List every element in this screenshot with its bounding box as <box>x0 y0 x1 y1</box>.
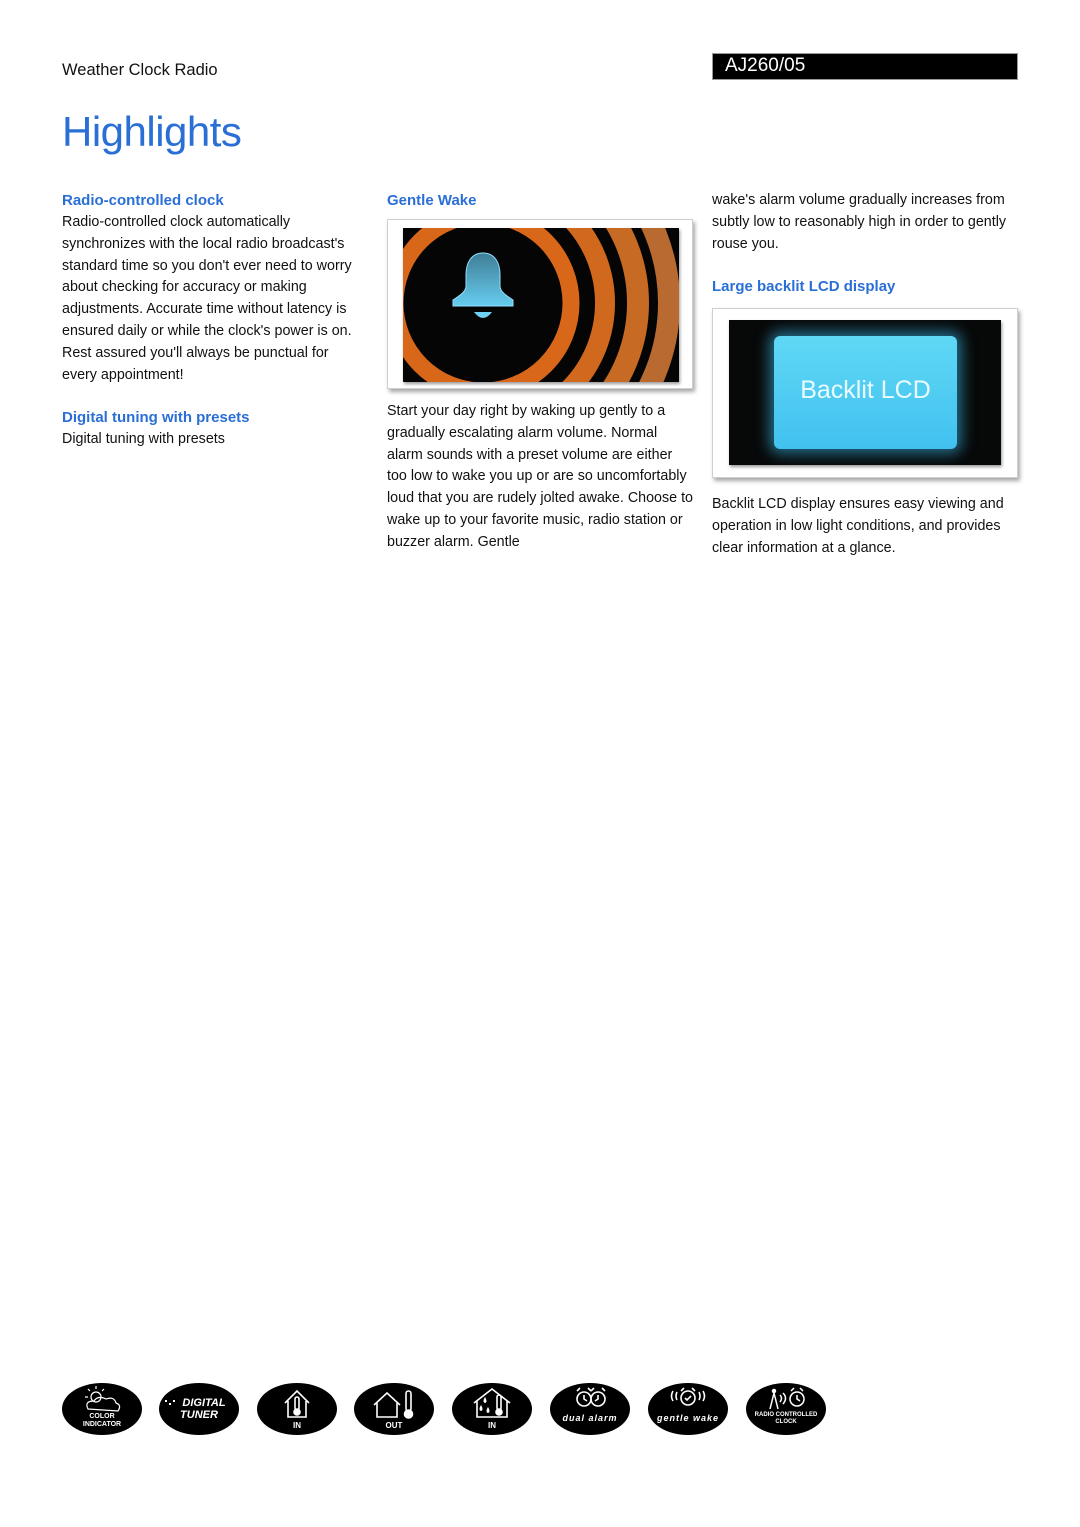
badge-label: RADIO CONTROLLED <box>754 1412 818 1418</box>
feature-title-gentle-wake: Gentle Wake <box>387 192 477 209</box>
badge-label: gentle wake <box>656 1413 720 1423</box>
bell-icon <box>452 252 514 318</box>
badge-label: CLOCK <box>775 1419 797 1425</box>
feature-text-digital-tuning: Digital tuning with presets <box>62 431 225 448</box>
badge-outdoor-temperature: OUT <box>354 1383 434 1435</box>
product-subtitle: Weather Clock Radio <box>62 61 218 79</box>
radio-controlled-clock-icon <box>769 1387 805 1410</box>
lcd-image: Backlit LCD <box>729 320 1001 466</box>
feature-title-radio-clock: Radio-controlled clock <box>62 192 224 209</box>
column-2: Gentle Wake Start your day right by waki… <box>387 190 697 554</box>
badge-indoor-humidity: IN <box>452 1383 532 1435</box>
column-1: Radio-controlled clock Radio-controlled … <box>62 190 372 451</box>
badge-label: TUNER <box>180 1409 218 1421</box>
alarm-bell-rings-illustration <box>403 228 679 382</box>
feature-text-lcd: Backlit LCD display ensures easy viewing… <box>712 496 1004 556</box>
badge-dual-alarm: dual alarm <box>550 1383 630 1435</box>
badge-label: DIGITAL <box>182 1397 226 1409</box>
badge-label: dual alarm <box>562 1413 618 1423</box>
feature-title-lcd: Large backlit LCD display <box>712 278 896 296</box>
badge-label: COLOR <box>89 1413 115 1420</box>
gentle-wake-image <box>403 228 679 382</box>
gentle-wake-image-frame <box>387 219 693 389</box>
badge-radio-controlled-clock: RADIO CONTROLLED CLOCK <box>746 1383 826 1435</box>
badge-color-indicator: COLOR INDICATOR <box>62 1383 142 1435</box>
feature-text-gentle-wake: Start your day right by waking up gently… <box>387 403 693 550</box>
page-title: Highlights <box>62 108 242 155</box>
feature-text-radio-clock: Radio-controlled clock automatically syn… <box>62 214 352 383</box>
feature-title-digital-tuning: Digital tuning with presets <box>62 409 250 427</box>
feature-text-gentle-wake-continued: wake's alarm volume gradually increases … <box>712 192 1007 252</box>
lcd-image-frame: Backlit LCD <box>712 308 1018 479</box>
lcd-image-label: Backlit LCD <box>800 376 931 405</box>
badge-label: OUT <box>385 1421 403 1430</box>
badge-label: IN <box>488 1421 496 1430</box>
badge-label: INDICATOR <box>82 1421 122 1428</box>
column-3: wake's alarm volume gradually increases … <box>712 190 1022 560</box>
badge-label: IN <box>293 1421 301 1430</box>
badge-indoor-temperature: IN <box>257 1383 337 1435</box>
gentle-wake-icon <box>670 1387 706 1406</box>
model-number: AJ260/05 <box>725 55 806 76</box>
lcd-panel: Backlit LCD <box>774 336 957 450</box>
badge-digital-tuner: DIGITAL TUNER <box>159 1383 239 1435</box>
badge-gentle-wake: gentle wake <box>648 1383 728 1435</box>
model-number-bar: AJ260/05 <box>712 53 1018 80</box>
dual-alarm-icon <box>576 1387 606 1407</box>
